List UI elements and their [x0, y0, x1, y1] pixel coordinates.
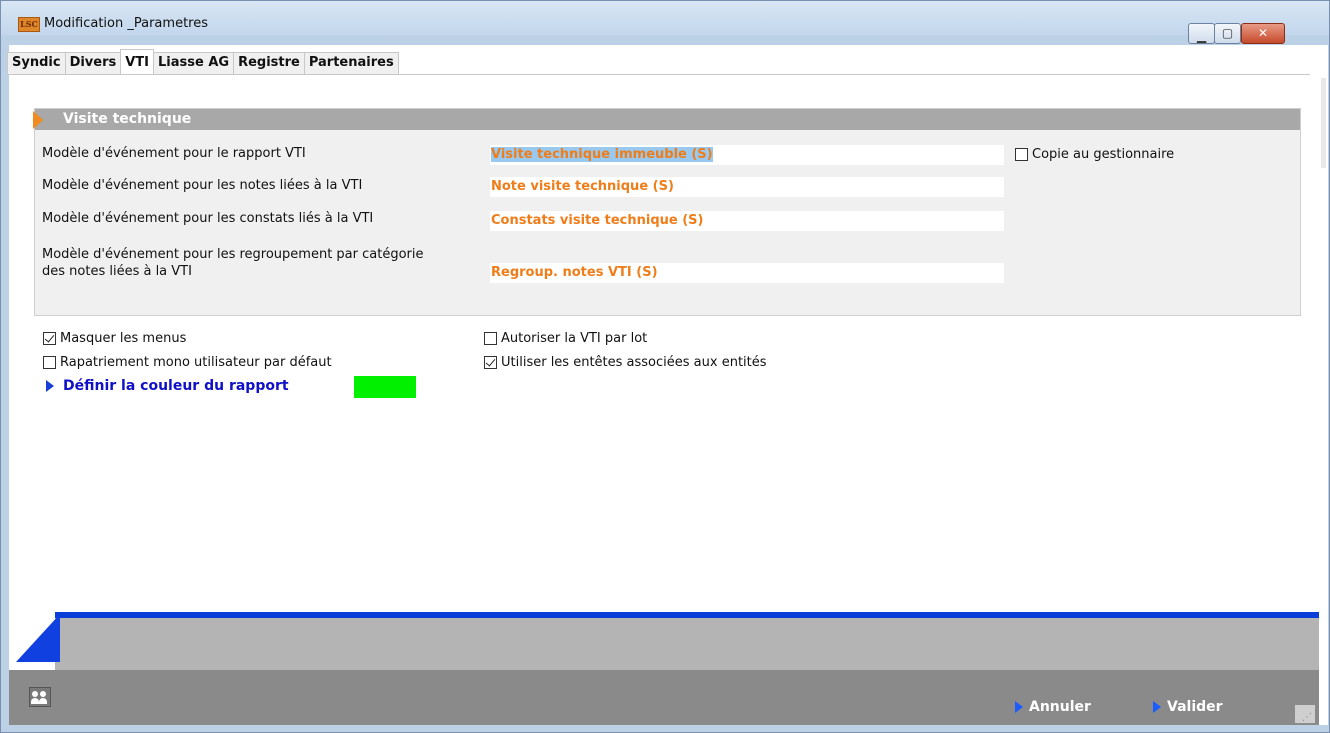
corner-triangle-icon	[16, 614, 60, 662]
window-title: Modification _Parametres	[44, 16, 208, 31]
checkbox-box[interactable]	[43, 356, 56, 369]
tab-partenaires[interactable]: Partenaires	[303, 52, 399, 74]
regroupement-label-line1: Modèle d'événement pour les regroupement…	[42, 247, 424, 262]
valider-label: Valider	[1167, 699, 1223, 715]
rapport-vti-field[interactable]: Visite technique immeuble (S)	[490, 145, 1004, 165]
constats-vti-label: Modèle d'événement pour les constats lié…	[42, 211, 374, 226]
tab-bar: Syndic Divers VTI Liasse AG Registre Par…	[7, 49, 399, 74]
maximize-button[interactable]: ▢	[1214, 23, 1241, 44]
chevron-right-icon	[33, 111, 43, 129]
checkbox-box-checked[interactable]	[484, 356, 497, 369]
rapport-vti-value: Visite technique immeuble (S)	[491, 147, 713, 162]
utiliser-entetes-checkbox[interactable]: Utiliser les entêtes associées aux entit…	[484, 355, 767, 370]
definir-couleur-link[interactable]: Définir la couleur du rapport	[46, 378, 289, 394]
section-header[interactable]: Visite technique	[33, 109, 1300, 130]
regroupement-vti-field[interactable]: Regroup. notes VTI (S)	[490, 263, 1004, 283]
masquer-menus-checkbox[interactable]: Masquer les menus	[43, 331, 186, 346]
maximize-icon: ▢	[1221, 26, 1234, 40]
play-arrow-icon	[1153, 701, 1161, 713]
footer-bar: Annuler Valider	[9, 670, 1319, 725]
notes-vti-label: Modèle d'événement pour les notes liées …	[42, 178, 363, 193]
tab-divider	[9, 74, 1310, 75]
minimize-button[interactable]: ▁	[1188, 23, 1215, 44]
checkbox-box[interactable]	[484, 332, 497, 345]
annuler-label: Annuler	[1029, 699, 1091, 715]
valider-button[interactable]: Valider	[1153, 699, 1223, 715]
masquer-menus-label: Masquer les menus	[60, 331, 187, 346]
tab-syndic[interactable]: Syndic	[7, 52, 66, 74]
autoriser-vti-lot-label: Autoriser la VTI par lot	[501, 331, 648, 346]
rapatriement-checkbox[interactable]: Rapatriement mono utilisateur par défaut	[43, 355, 332, 370]
tab-divers[interactable]: Divers	[64, 52, 122, 74]
copie-gestionnaire-label: Copie au gestionnaire	[1032, 147, 1175, 162]
tab-vti[interactable]: VTI	[120, 49, 155, 74]
footer-band	[55, 618, 1319, 670]
resize-grip-icon[interactable]	[1295, 705, 1315, 723]
checkbox-box[interactable]	[1015, 148, 1028, 161]
users-icon[interactable]	[29, 687, 51, 707]
regroupement-label-line2: des notes liées à la VTI	[42, 264, 192, 279]
play-arrow-icon	[1015, 701, 1023, 713]
tab-registre[interactable]: Registre	[233, 52, 305, 74]
play-arrow-icon	[46, 380, 54, 392]
tab-liasse-ag[interactable]: Liasse AG	[153, 52, 235, 74]
annuler-button[interactable]: Annuler	[1015, 699, 1091, 715]
close-button[interactable]: ✕	[1241, 23, 1285, 44]
autoriser-vti-lot-checkbox[interactable]: Autoriser la VTI par lot	[484, 331, 647, 346]
scrollbar-thumb[interactable]	[1321, 78, 1326, 168]
couleur-rapport-swatch[interactable]	[354, 376, 416, 398]
section-title: Visite technique	[63, 111, 192, 127]
app-logo-icon: LSC	[18, 17, 40, 32]
notes-vti-field[interactable]: Note visite technique (S)	[490, 177, 1004, 197]
copie-gestionnaire-checkbox[interactable]: Copie au gestionnaire	[1015, 147, 1174, 162]
rapatriement-label: Rapatriement mono utilisateur par défaut	[60, 355, 332, 370]
close-icon: ✕	[1257, 26, 1269, 40]
checkbox-box-checked[interactable]	[43, 332, 56, 345]
definir-couleur-label: Définir la couleur du rapport	[63, 378, 289, 394]
minimize-icon: ▁	[1196, 29, 1207, 43]
constats-vti-field[interactable]: Constats visite technique (S)	[490, 211, 1004, 231]
rapport-vti-label: Modèle d'événement pour le rapport VTI	[42, 146, 306, 161]
utiliser-entetes-label: Utiliser les entêtes associées aux entit…	[501, 355, 767, 370]
title-bar[interactable]: LSC Modification _Parametres ▁ ▢ ✕	[1, 1, 1329, 44]
